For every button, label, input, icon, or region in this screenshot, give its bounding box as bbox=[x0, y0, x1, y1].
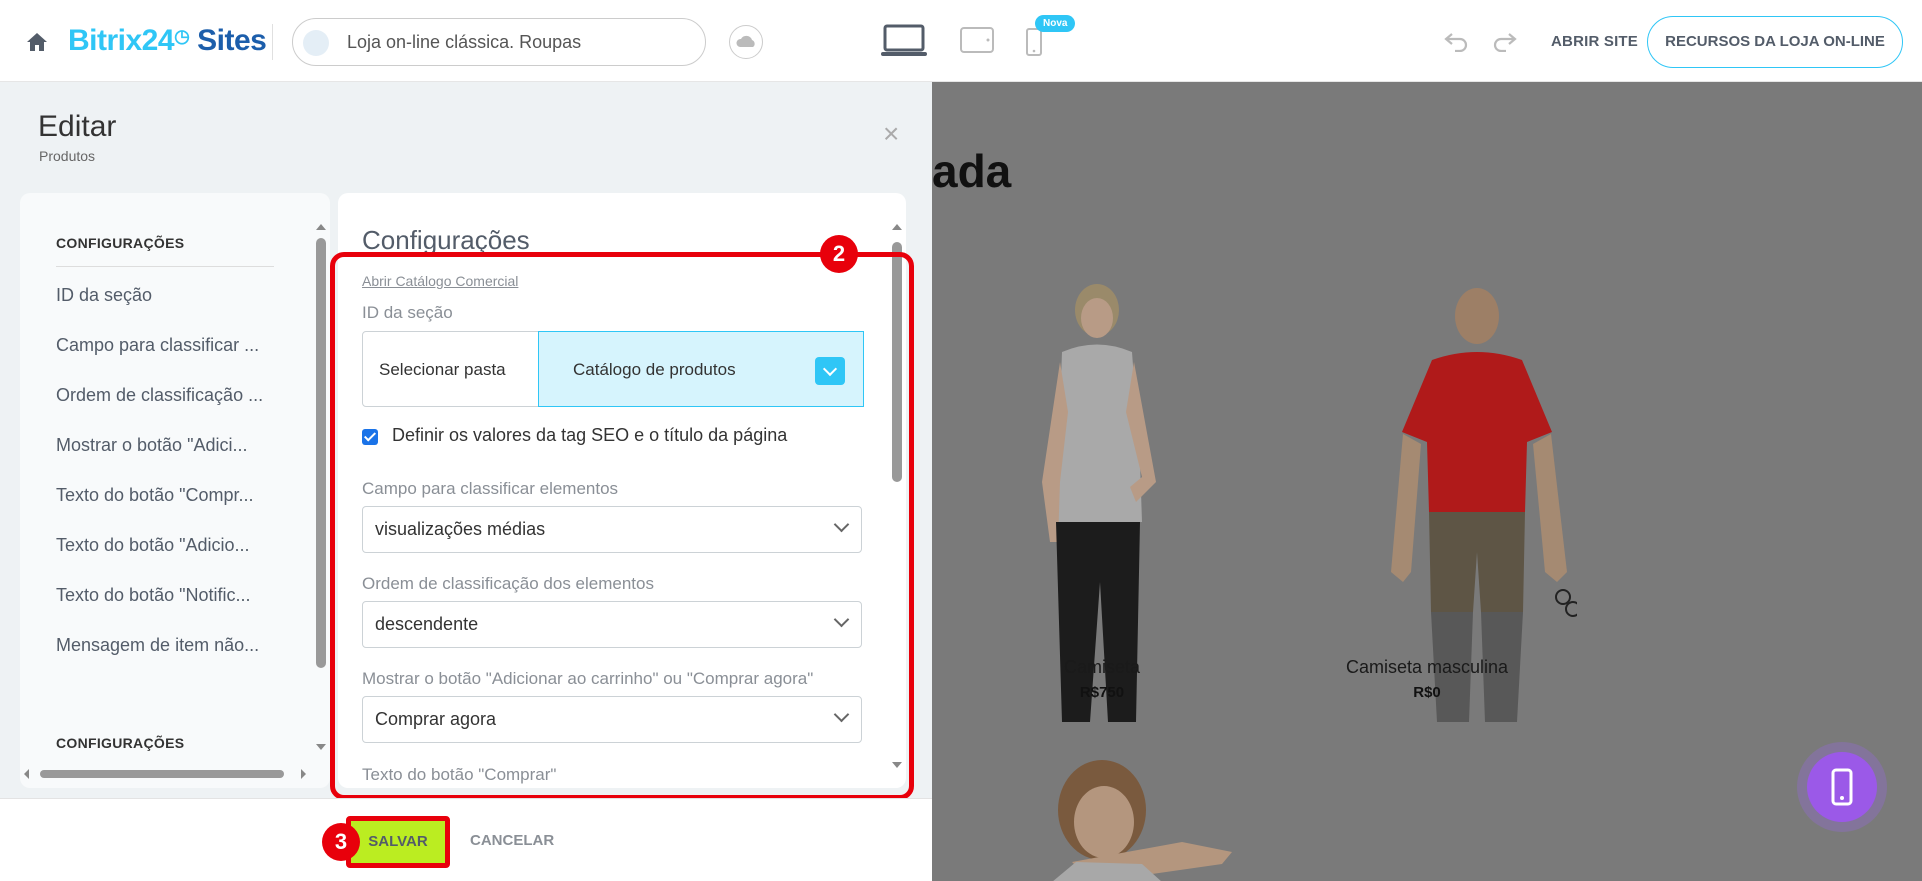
product-image-woman-tshirt bbox=[1042, 284, 1156, 722]
mobile-preview-button[interactable] bbox=[1797, 742, 1887, 832]
nav-item-sort-field[interactable]: Campo para classificar ... bbox=[56, 335, 259, 356]
horizontal-scrollbar[interactable] bbox=[20, 765, 310, 783]
home-icon[interactable] bbox=[26, 32, 48, 52]
store-resources-button[interactable]: RECURSOS DA LOJA ON-LINE bbox=[1647, 16, 1903, 68]
nav-section-header-2: CONFIGURAÇÕES bbox=[56, 735, 185, 751]
nav-item-notify-text[interactable]: Texto do botão "Notific... bbox=[56, 585, 251, 606]
divider bbox=[272, 24, 273, 60]
undo-icon[interactable] bbox=[1443, 30, 1469, 52]
product-card[interactable]: Camiseta masculina R$0 bbox=[1307, 657, 1547, 701]
preview-heading: ada bbox=[932, 145, 1012, 197]
fab-inner bbox=[1807, 752, 1877, 822]
annotation-highlight-box bbox=[330, 252, 914, 800]
annotation-step-3: 3 bbox=[322, 823, 360, 861]
product-image-woman-pointing bbox=[1053, 760, 1232, 881]
tablet-view-icon[interactable] bbox=[959, 26, 995, 54]
product-name: Camiseta bbox=[1063, 657, 1141, 677]
open-site-button[interactable]: ABRIR SITE bbox=[1551, 33, 1638, 50]
site-name: Loja on-line clássica. Roupas bbox=[347, 32, 582, 52]
nav-item-buy-text[interactable]: Texto do botão "Compr... bbox=[56, 485, 254, 506]
product-price: R$750 bbox=[1079, 684, 1125, 701]
panel-subtitle: Produtos bbox=[39, 148, 96, 164]
clock-icon: ◷ bbox=[174, 26, 190, 46]
save-button[interactable]: SALVAR bbox=[346, 816, 450, 868]
redo-icon[interactable] bbox=[1492, 30, 1518, 52]
product-image-man-tshirt bbox=[1391, 288, 1577, 722]
annotation-step-2: 2 bbox=[820, 235, 858, 273]
site-thumbnail-icon bbox=[303, 30, 329, 56]
cancel-button[interactable]: CANCELAR bbox=[470, 832, 554, 849]
nav-item-unavailable-msg[interactable]: Mensagem de item não... bbox=[56, 635, 259, 656]
brand-name: Bitrix24 bbox=[68, 24, 175, 57]
brand-product: Sites bbox=[197, 24, 267, 57]
panel-footer bbox=[0, 798, 932, 881]
nav-item-add-text[interactable]: Texto do botão "Adicio... bbox=[56, 535, 250, 556]
close-icon[interactable]: × bbox=[883, 118, 899, 150]
divider bbox=[56, 266, 274, 267]
mobile-phone-icon bbox=[1831, 768, 1853, 806]
nav-item-show-button[interactable]: Mostrar o botão "Adici... bbox=[56, 435, 247, 456]
desktop-view-icon[interactable] bbox=[880, 24, 928, 58]
nav-section-header: CONFIGURAÇÕES bbox=[56, 235, 185, 251]
cloud-icon[interactable] bbox=[729, 25, 763, 59]
brand-logo[interactable]: Bitrix24◷ Sites bbox=[68, 24, 267, 58]
site-preview: ada Camiseta R$750 Camiseta masculina R$… bbox=[932, 82, 1922, 881]
panel-title: Editar bbox=[38, 110, 117, 143]
settings-nav: CONFIGURAÇÕES ID da seção Campo para cla… bbox=[20, 193, 330, 788]
nav-vertical-scrollbar[interactable] bbox=[314, 222, 328, 752]
nav-item-sort-order[interactable]: Ordem de classificação ... bbox=[56, 385, 263, 406]
new-badge: Nova bbox=[1035, 15, 1076, 32]
nav-item-section-id[interactable]: ID da seção bbox=[56, 285, 152, 306]
product-card[interactable]: Camiseta R$750 bbox=[992, 657, 1212, 701]
top-bar: Bitrix24◷ Sites Loja on-line clássica. R… bbox=[0, 0, 1922, 82]
site-selector[interactable]: Loja on-line clássica. Roupas bbox=[292, 18, 706, 66]
product-price: R$0 bbox=[1413, 684, 1441, 701]
product-name: Camiseta masculina bbox=[1345, 657, 1509, 677]
